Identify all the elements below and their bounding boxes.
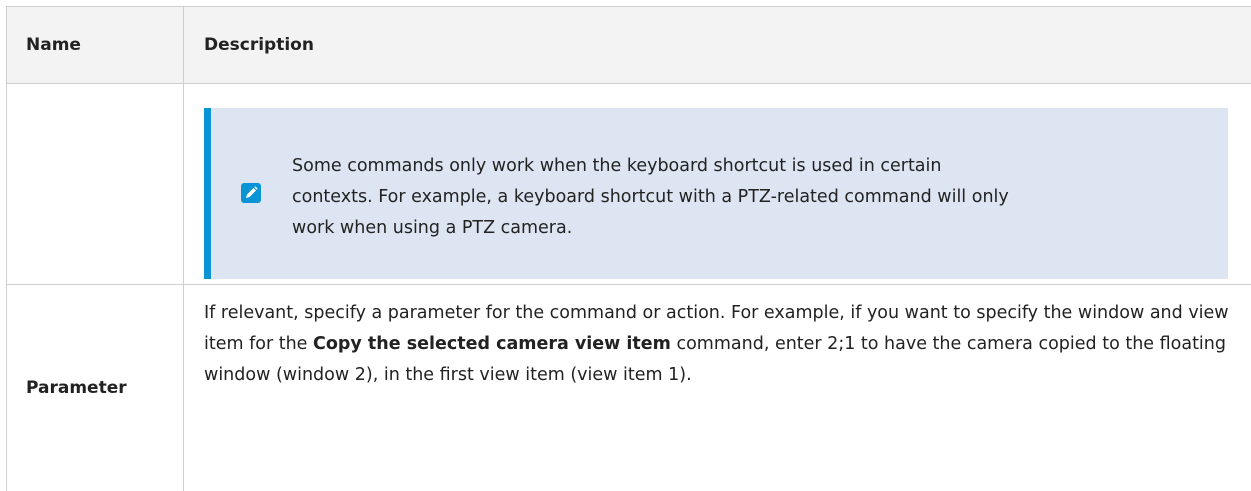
pencil-icon [241, 183, 261, 203]
shortcut-options-table: Name Description Some commands only work… [6, 6, 1251, 491]
table-row: Parameter If relevant, specify a paramet… [7, 285, 1251, 491]
parameter-description-cell: If relevant, specify a parameter for the… [184, 285, 1251, 491]
note-callout: Some commands only work when the keyboar… [204, 108, 1228, 279]
empty-name-cell [7, 84, 184, 284]
parameter-name-cell: Parameter [7, 285, 184, 491]
description-cell: Some commands only work when the keyboar… [184, 84, 1251, 284]
header-description: Description [204, 35, 314, 55]
header-name: Name [7, 7, 184, 83]
note-text: Some commands only work when the keyboar… [292, 156, 1009, 238]
table-header-row: Name Description [7, 7, 1251, 84]
command-name: Copy the selected camera view item [313, 334, 671, 354]
table-row: Some commands only work when the keyboar… [7, 84, 1251, 285]
